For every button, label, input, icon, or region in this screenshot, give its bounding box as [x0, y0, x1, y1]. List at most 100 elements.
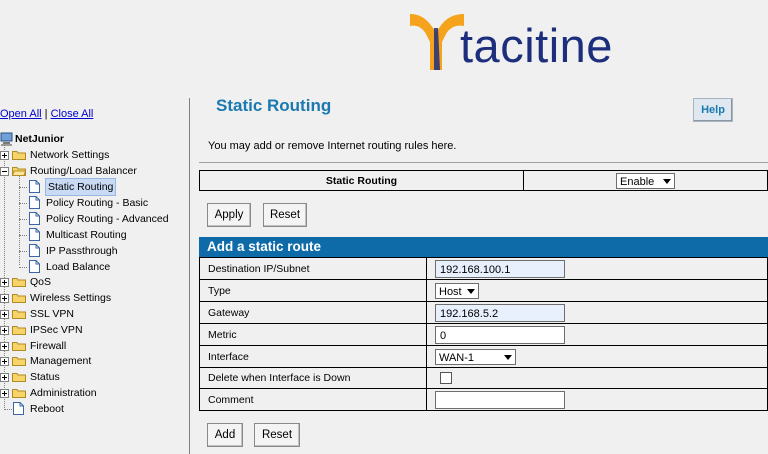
field-value-cell: 192.168.5.2 — [426, 301, 768, 324]
add-button[interactable]: Add — [207, 423, 243, 447]
delete-when-down-checkbox[interactable] — [440, 372, 452, 385]
expand-icon[interactable] — [0, 389, 9, 398]
tacitine-logo: tacitine — [408, 8, 648, 72]
folder-icon — [12, 389, 26, 398]
field-value-cell: 0 — [426, 323, 768, 346]
destination-ip-input[interactable]: 192.168.100.1 — [435, 259, 565, 278]
collapse-icon[interactable] — [0, 167, 9, 176]
form-row-type: Type Host — [199, 279, 768, 302]
page-icon — [29, 212, 40, 225]
folder-icon — [12, 373, 26, 382]
field-value-cell: WAN-1 — [426, 345, 768, 368]
sidebar-item-label: SSL VPN — [30, 308, 74, 320]
field-label: Type — [199, 279, 427, 302]
sidebar-item-label: IP Passthrough — [46, 245, 118, 257]
metric-input[interactable]: 0 — [435, 325, 565, 344]
chevron-down-icon — [467, 288, 475, 294]
add-route-form: Destination IP/Subnet 192.168.100.1 Type… — [199, 257, 768, 411]
folder-icon — [12, 342, 26, 351]
logo-wordmark: tacitine — [460, 19, 613, 72]
close-all-link[interactable]: Close All — [51, 108, 94, 120]
status-value-cell: Enable — [523, 170, 768, 191]
form-row-destination: Destination IP/Subnet 192.168.100.1 — [199, 257, 768, 280]
page-title: Static Routing — [216, 96, 332, 115]
chevron-down-icon — [663, 178, 671, 184]
type-select[interactable]: Host — [435, 282, 479, 299]
field-value-cell: 192.168.100.1 — [426, 257, 768, 280]
folder-icon — [12, 357, 26, 366]
form-row-metric: Metric 0 — [199, 323, 768, 346]
field-value-cell — [426, 388, 768, 411]
gateway-input[interactable]: 192.168.5.2 — [435, 303, 565, 322]
expand-icon[interactable] — [0, 357, 9, 366]
sidebar-item-label: Wireless Settings — [30, 292, 112, 304]
interface-select[interactable]: WAN-1 — [435, 348, 516, 365]
chevron-down-icon — [504, 354, 512, 360]
folder-open-icon — [12, 167, 26, 176]
expand-icon[interactable] — [0, 310, 9, 319]
separator: | — [44, 108, 48, 120]
folder-icon — [12, 310, 26, 319]
page-icon — [29, 196, 40, 209]
sidebar-item-label: Static Routing — [44, 178, 117, 196]
page-description: You may add or remove Internet routing r… — [208, 140, 457, 152]
expand-icon[interactable] — [0, 294, 9, 303]
computer-icon — [0, 132, 13, 146]
divider — [199, 162, 768, 163]
field-value-cell — [426, 367, 768, 389]
folder-icon — [12, 151, 26, 160]
field-label: Destination IP/Subnet — [199, 257, 427, 280]
sidebar-item-label: Policy Routing - Advanced — [46, 213, 169, 225]
help-button[interactable]: Help — [693, 98, 733, 122]
tree-root-label: NetJunior — [15, 133, 65, 145]
apply-button[interactable]: Apply — [207, 203, 251, 227]
select-value: WAN-1 — [439, 351, 475, 364]
folder-icon — [12, 294, 26, 303]
reset-button[interactable]: Reset — [263, 203, 307, 227]
sidebar-item-label: Routing/Load Balancer — [30, 165, 137, 177]
sidebar-item-label: Administration — [30, 387, 97, 399]
form-row-gateway: Gateway 192.168.5.2 — [199, 301, 768, 324]
sidebar-item-label: Status — [30, 371, 60, 383]
page-icon — [29, 180, 40, 193]
static-routing-enable-select[interactable]: Enable — [616, 172, 675, 189]
sidebar-item-label: Policy Routing - Basic — [46, 197, 149, 209]
sidebar-item-label: Firewall — [30, 340, 67, 352]
expand-icon[interactable] — [0, 151, 9, 160]
expand-icon[interactable] — [0, 278, 9, 287]
select-value: Host — [439, 285, 462, 298]
tree-expand-controls: Open All | Close All — [0, 108, 93, 120]
form-row-delete-when-down: Delete when Interface is Down — [199, 367, 768, 389]
open-all-link[interactable]: Open All — [0, 108, 42, 120]
sidebar-item-label: Management — [30, 355, 92, 367]
sidebar-item-label: IPSec VPN — [30, 324, 83, 336]
folder-icon — [12, 278, 26, 287]
logo-mark-icon — [410, 14, 464, 70]
folder-icon — [12, 326, 26, 335]
field-label: Delete when Interface is Down — [199, 367, 427, 389]
expand-icon[interactable] — [0, 342, 9, 351]
select-value: Enable — [620, 175, 655, 188]
sidebar-item-label: Load Balance — [46, 261, 111, 273]
form-row-interface: Interface WAN-1 — [199, 345, 768, 368]
page-icon — [29, 244, 40, 257]
form-reset-button[interactable]: Reset — [254, 423, 300, 447]
field-value-cell: Host — [426, 279, 768, 302]
field-label: Interface — [199, 345, 427, 368]
expand-icon[interactable] — [0, 326, 9, 335]
sidebar-item-label: Reboot — [30, 403, 64, 415]
expand-icon[interactable] — [0, 373, 9, 382]
field-label: Gateway — [199, 301, 427, 324]
page-icon — [13, 402, 24, 415]
page-icon — [29, 260, 40, 273]
sidebar-item-label: Network Settings — [30, 149, 110, 161]
static-routing-status-table: Static Routing Enable — [199, 170, 768, 191]
field-label: Metric — [199, 323, 427, 346]
page-icon — [29, 228, 40, 241]
comment-input[interactable] — [435, 390, 565, 409]
form-row-comment: Comment — [199, 388, 768, 411]
add-route-header: Add a static route — [199, 237, 768, 257]
sidebar-item-label: Multicast Routing — [46, 229, 127, 241]
sidebar-item-label: QoS — [30, 276, 52, 288]
field-label: Comment — [199, 388, 427, 411]
